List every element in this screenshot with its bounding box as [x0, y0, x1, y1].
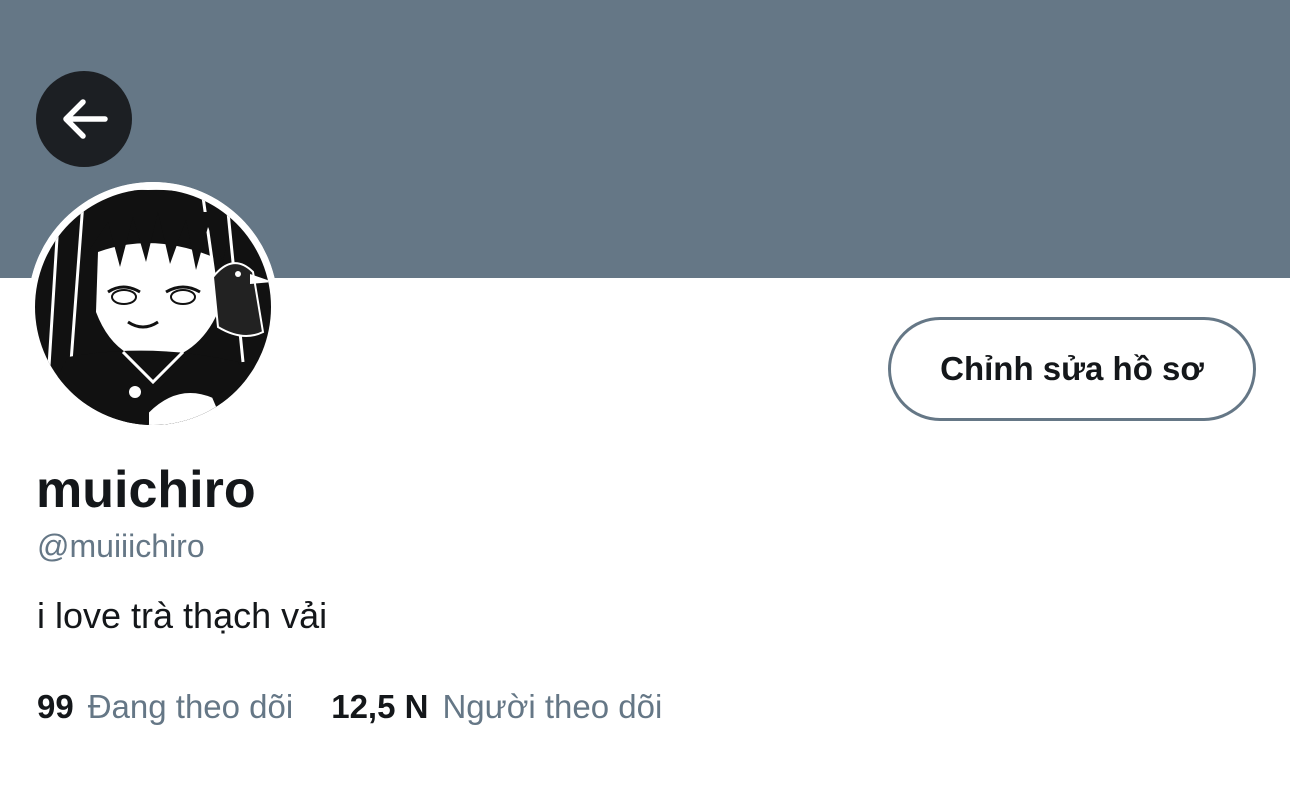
following-label: Đang theo dõi — [87, 688, 294, 725]
avatar-image — [28, 182, 278, 432]
profile-bio: i love trà thạch vải — [37, 595, 328, 636]
arrow-left-icon — [57, 92, 111, 146]
following-stat-link[interactable]: 99 Đang theo dõi — [37, 686, 293, 728]
profile-stats: 99 Đang theo dõi 12,5 N Người theo dõi — [37, 686, 662, 728]
profile-page: Chỉnh sửa hồ sơ muichiro @muiiichiro i l… — [0, 0, 1290, 809]
followers-count: 12,5 N — [331, 688, 429, 725]
edit-profile-button[interactable]: Chỉnh sửa hồ sơ — [888, 317, 1256, 421]
back-button[interactable] — [36, 71, 132, 167]
followers-label: Người theo dõi — [442, 688, 663, 725]
followers-stat-link[interactable]: 12,5 N Người theo dõi — [331, 686, 662, 728]
following-count: 99 — [37, 688, 74, 725]
profile-handle: @muiiichiro — [37, 528, 205, 564]
avatar[interactable] — [28, 182, 278, 432]
profile-display-name: muichiro — [36, 461, 256, 519]
